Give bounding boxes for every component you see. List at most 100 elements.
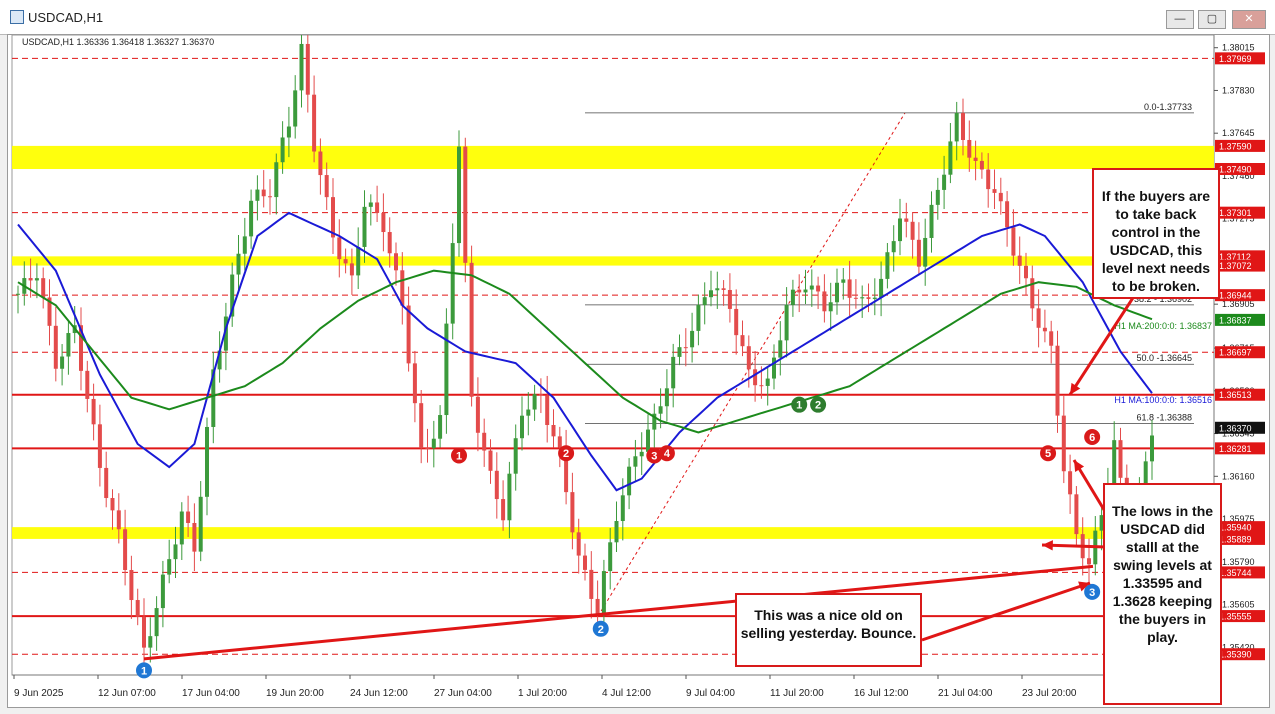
candle-body: [866, 297, 871, 299]
candle-body: [1042, 327, 1047, 332]
candle-body: [727, 289, 732, 309]
candle-body: [116, 510, 121, 530]
x-tick-label: 9 Jun 2025: [14, 688, 64, 699]
x-tick-label: 24 Jun 12:00: [350, 688, 408, 699]
y-tick-label: 1.37645: [1222, 128, 1255, 138]
y-tick-label: 1.37830: [1222, 85, 1255, 95]
candle-body: [677, 347, 682, 357]
candle-body: [551, 425, 556, 437]
candle-body: [280, 137, 285, 163]
candle-body: [948, 141, 953, 175]
x-tick-label: 16 Jul 12:00: [854, 688, 909, 699]
price-tag-label: 1.35940: [1219, 523, 1252, 533]
candle-body: [1011, 227, 1016, 256]
x-tick-label: 4 Jul 12:00: [602, 688, 651, 699]
swing-marker-label: 2: [815, 400, 821, 412]
swing-marker-label: 6: [1089, 432, 1095, 444]
candle-body: [412, 363, 417, 404]
candle-body: [797, 289, 802, 293]
candle-body: [85, 370, 90, 399]
swing-marker-label: 1: [796, 400, 802, 412]
candle-body: [160, 574, 165, 609]
candle-body: [286, 126, 291, 138]
x-tick-label: 21 Jul 04:00: [938, 688, 993, 699]
candle-body: [885, 252, 890, 279]
chart-area[interactable]: 1.380151.378301.376451.374601.372751.370…: [7, 34, 1270, 708]
candle-body: [532, 394, 537, 410]
candle-body: [620, 495, 625, 522]
x-tick-label: 19 Jun 20:00: [266, 688, 324, 699]
x-tick-label: 1 Jul 20:00: [518, 688, 567, 699]
fib-level-label: 0.0-1.37733: [1144, 102, 1192, 112]
candle-body: [488, 450, 493, 471]
candle-body: [853, 297, 858, 299]
candle-body: [274, 162, 279, 198]
x-tick-label: 12 Jun 07:00: [98, 688, 156, 699]
candle-body: [639, 451, 644, 457]
candle-body: [790, 289, 795, 305]
candle-body: [1055, 345, 1060, 416]
candle-body: [1036, 308, 1041, 328]
x-tick-label: 23 Jul 20:00: [1022, 688, 1077, 699]
fib-level-label: 50.0 -1.36645: [1136, 353, 1192, 363]
candle-body: [879, 278, 884, 298]
candle-body: [66, 333, 71, 357]
candle-body: [709, 290, 713, 298]
candle-body: [835, 282, 839, 303]
swing-marker-label: 4: [664, 448, 671, 460]
candle-body: [690, 330, 695, 348]
candle-body: [841, 279, 846, 283]
candle-body: [198, 496, 203, 552]
x-tick-label: 17 Jun 04:00: [182, 688, 240, 699]
annotation-lows-stalled: The lows in the USDCAD did stalll at the…: [1103, 483, 1222, 705]
price-tag-label: 1.35744: [1219, 568, 1252, 578]
swing-marker-label: 2: [563, 448, 569, 460]
candle-body: [305, 43, 310, 95]
candle-body: [538, 394, 543, 396]
candle-body: [979, 160, 984, 170]
candle-body: [784, 304, 789, 341]
candle-body: [614, 521, 619, 543]
candle-body: [400, 270, 405, 306]
candle-body: [419, 403, 424, 449]
candle-body: [923, 237, 928, 267]
candle-body: [425, 448, 430, 450]
candle-body: [929, 204, 934, 238]
candle-body: [545, 395, 550, 426]
candle-body: [463, 146, 468, 263]
candle-body: [1118, 440, 1123, 478]
candle-body: [954, 113, 959, 142]
candle-body: [299, 43, 304, 91]
candle-body: [734, 308, 739, 336]
window-title: USDCAD,H1: [28, 10, 104, 25]
candle-body: [935, 189, 940, 205]
maximize-button[interactable]: ▢: [1198, 10, 1226, 29]
candle-body: [501, 499, 506, 521]
candle-body: [507, 473, 512, 521]
fib-level-label: 61.8 -1.36388: [1136, 413, 1192, 423]
close-button[interactable]: ✕: [1232, 10, 1266, 29]
candle-body: [261, 189, 266, 197]
candle-body: [482, 432, 487, 451]
candle-body: [746, 346, 751, 370]
price-tag-label: 1.36837: [1219, 315, 1252, 325]
candle-body: [110, 498, 115, 511]
candle-body: [312, 94, 317, 152]
candle-body: [494, 470, 499, 500]
candle-body: [1005, 201, 1010, 228]
candle-body: [148, 636, 153, 648]
candle-body: [173, 544, 178, 560]
candle-body: [242, 236, 247, 254]
candle-body: [192, 522, 197, 552]
candle-body: [576, 532, 581, 556]
candle-body: [608, 542, 613, 572]
candle-body: [142, 616, 146, 648]
candle-body: [450, 243, 455, 324]
minimize-button[interactable]: —: [1166, 10, 1194, 29]
candle-body: [475, 396, 480, 433]
candle-body: [337, 237, 342, 260]
candle-body: [104, 467, 109, 499]
candle-body: [891, 241, 896, 253]
candle-body: [318, 151, 323, 176]
yellow-zone: [12, 145, 1214, 170]
